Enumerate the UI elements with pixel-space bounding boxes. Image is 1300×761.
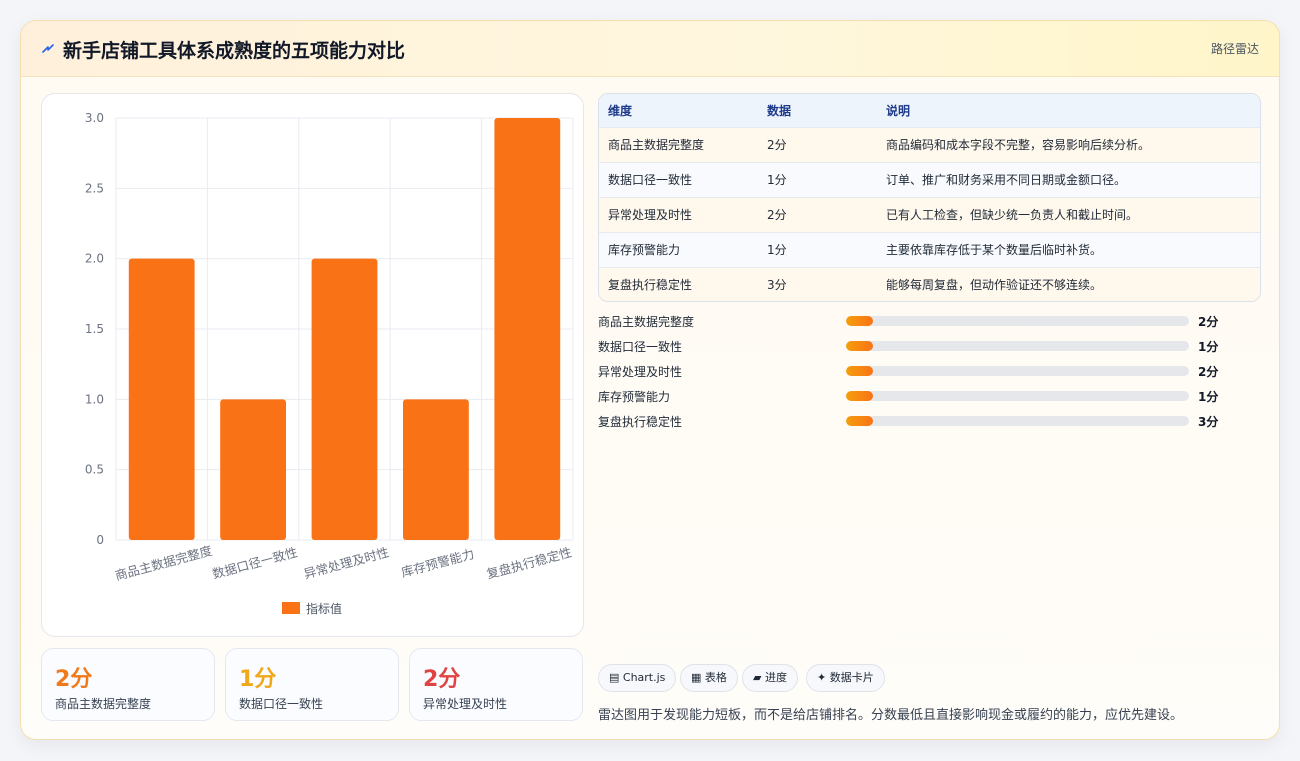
x-tick-label: 库存预警能力 (400, 546, 476, 580)
bar (220, 399, 287, 540)
radar-path-link[interactable]: 路径雷达 (1211, 40, 1259, 57)
progress-value: 3分 (1198, 415, 1219, 429)
stat-card: 1分 数据口径一致性 (225, 648, 399, 721)
table-cell: 1分 (758, 231, 877, 267)
bar (128, 258, 195, 540)
chip-label: 表格 (704, 671, 727, 684)
page-title: 新手店铺工具体系成熟度的五项能力对比 (63, 40, 406, 62)
table-cell: 异常处理及时性 (599, 196, 758, 232)
progress-label: 库存预警能力 (598, 390, 671, 404)
chip-chartjs[interactable]: ▤ Chart.js (598, 664, 677, 692)
table-cell: 1分 (758, 161, 877, 197)
x-tick-label: 异常处理及时性 (302, 544, 390, 581)
progress-row: 库存预警能力 1分 (598, 388, 1238, 413)
ability-table: 维度 数据 说明 商品主数据完整度 2分 商品编码和成本字段不完整，容易影响后续… (598, 93, 1261, 302)
bar-chart: 0 0.5 1.0 1.5 2.0 2.5 3.0 商品主数据完整度数据口径一致性 异常处理及时… (85, 111, 574, 616)
y-tick-label: 0.5 (85, 463, 104, 477)
progress-label: 商品主数据完整度 (598, 315, 695, 329)
progress-row: 商品主数据完整度 2分 (598, 313, 1238, 338)
table-row: 数据口径一致性 1分 订单、推广和财务采用不同日期或金额口径。 (599, 161, 1260, 197)
progress-row: 复盘执行稳定性 3分 (598, 413, 1238, 438)
table-icon: ▦ (691, 671, 705, 684)
stat-label: 异常处理及时性 (423, 697, 508, 711)
stat-value: 1分 (239, 667, 277, 692)
progress-list: 商品主数据完整度 2分 数据口径一致性 1分 异常处理及时性 2分 库存预警能力… (598, 313, 1238, 438)
column-header: 说明 (886, 103, 911, 118)
stat-value: 2分 (55, 667, 93, 692)
stat-card: 2分 商品主数据完整度 (41, 648, 215, 721)
lightning-icon (42, 44, 54, 53)
bar (311, 258, 378, 540)
table-cell: 2分 (758, 196, 877, 232)
chip-progress[interactable]: ▰ 进度 (742, 664, 798, 692)
progress-track (846, 391, 1189, 401)
column-header: 维度 (608, 103, 633, 118)
table-cell: 库存预警能力 (599, 231, 758, 267)
progress-track (846, 341, 1189, 351)
progress-label: 异常处理及时性 (598, 365, 683, 379)
bar-chart-panel: 0 0.5 1.0 1.5 2.0 2.5 3.0 商品主数据完整度 数据口径一致性 异常处理及时… (41, 93, 584, 637)
footnote: 雷达图用于发现能力短板，而不是给店铺排名。分数最低且直接影响现金或履约的能力，应… (598, 708, 1184, 723)
table-cell: 2分 (758, 126, 877, 162)
progress-fill (846, 341, 874, 351)
card-header: 新手店铺工具体系成熟度的五项能力对比 路径雷达 (21, 21, 1279, 77)
y-tick-label: 0 (96, 533, 104, 547)
report-card: 新手店铺工具体系成熟度的五项能力对比 路径雷达 0 0.5 1.0 1.5 2.0 2.5… (20, 20, 1280, 740)
chip-label: 数据卡片 (829, 671, 874, 684)
progress-fill (846, 366, 874, 376)
table-row: 商品主数据完整度 2分 商品编码和成本字段不完整，容易影响后续分析。 (599, 126, 1260, 162)
stat-label: 商品主数据完整度 (55, 697, 152, 711)
chip-data-card[interactable]: ✦ 数据卡片 (806, 664, 885, 692)
y-tick-label: 1.0 (85, 392, 104, 406)
table-cell: 已有人工检查，但缺少统一负责人和截止时间。 (877, 196, 1260, 232)
table-header-row: 维度 数据 说明 (599, 94, 1260, 127)
progress-icon: ▰ (753, 671, 765, 684)
table-cell: 数据口径一致性 (599, 161, 758, 197)
table-cell: 主要依靠库存低于某个数量后临时补货。 (877, 231, 1260, 267)
table-row: 复盘执行稳定性 3分 能够每周复盘，但动作验证还不够连续。 (599, 266, 1260, 301)
y-tick-label: 1.5 (85, 322, 104, 336)
progress-value: 2分 (1198, 315, 1219, 329)
table-cell: 复盘执行稳定性 (599, 266, 758, 301)
table-cell: 订单、推广和财务采用不同日期或金额口径。 (877, 161, 1260, 197)
card-icon: ✦ (817, 671, 830, 684)
table-cell: 能够每周复盘，但动作验证还不够连续。 (877, 266, 1260, 301)
chip-label: Chart.js (622, 671, 666, 684)
y-tick-label: 2.5 (85, 181, 104, 195)
table-cell: 3分 (758, 266, 877, 301)
x-tick-label: 数据口径一致性 (211, 544, 299, 581)
table-cell: 商品编码和成本字段不完整，容易影响后续分析。 (877, 126, 1260, 162)
table-row: 异常处理及时性 2分 已有人工检查，但缺少统一负责人和截止时间。 (599, 196, 1260, 232)
legend-swatch (282, 602, 300, 614)
progress-track (846, 316, 1189, 326)
progress-fill (846, 316, 874, 326)
y-tick-label: 3.0 (85, 111, 104, 125)
chip-label: 进度 (764, 671, 787, 684)
progress-label: 复盘执行稳定性 (598, 415, 683, 429)
x-tick-label: 复盘执行稳定性 (485, 544, 573, 581)
table-cell: 商品主数据完整度 (599, 126, 758, 162)
progress-label: 数据口径一致性 (598, 340, 683, 354)
x-tick-label: 商品主数据完整度 (113, 543, 214, 584)
progress-row: 异常处理及时性 2分 (598, 363, 1238, 388)
table-row: 库存预警能力 1分 主要依靠库存低于某个数量后临时补货。 (599, 231, 1260, 267)
progress-track (846, 366, 1189, 376)
y-tick-label: 2.0 (85, 252, 104, 266)
chart-icon: ▤ (609, 671, 623, 684)
bar (494, 118, 561, 540)
column-header: 数据 (767, 103, 792, 118)
progress-row: 数据口径一致性 1分 (598, 338, 1238, 363)
progress-value: 2分 (1198, 365, 1219, 379)
stat-value: 2分 (423, 667, 461, 692)
stat-label: 数据口径一致性 (239, 697, 324, 711)
progress-fill (846, 416, 874, 426)
chip-table[interactable]: ▦ 表格 (680, 664, 738, 692)
progress-value: 1分 (1198, 390, 1219, 404)
legend-label: 指标值 (306, 601, 342, 616)
bar (402, 399, 469, 540)
progress-fill (846, 391, 874, 401)
progress-value: 1分 (1198, 340, 1219, 354)
stat-card: 2分 异常处理及时性 (409, 648, 583, 721)
progress-track (846, 416, 1189, 426)
